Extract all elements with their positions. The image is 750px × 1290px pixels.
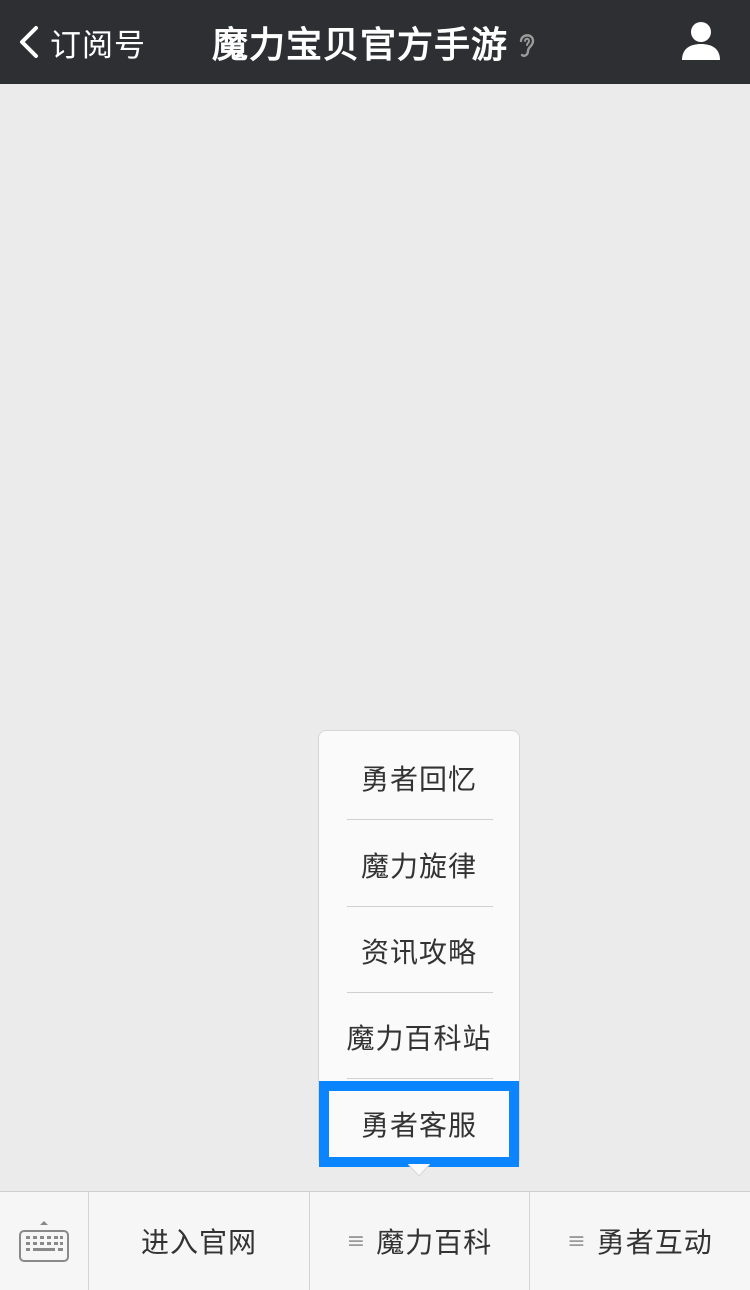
top-navbar: 订阅号 魔力宝贝官方手游	[0, 0, 750, 84]
chevron-left-icon	[20, 26, 38, 58]
menu-hero-interaction[interactable]: ≡ 勇者互动	[530, 1192, 750, 1290]
back-button[interactable]: 订阅号	[14, 18, 146, 66]
keyboard-toggle-button[interactable]	[0, 1192, 88, 1290]
title-group: 魔力宝贝官方手游	[160, 14, 590, 70]
bottom-menu-bar: 进入官网 ≡ 魔力百科 ≡ 勇者互动	[0, 1191, 750, 1290]
submenu-item-hero-memories[interactable]: 勇者回忆	[319, 735, 519, 821]
keyboard-icon	[19, 1221, 69, 1262]
submenu-item-magic-melody[interactable]: 魔力旋律	[319, 822, 519, 908]
submenu-item-magic-wiki-site[interactable]: 魔力百科站	[319, 994, 519, 1080]
menu-label: 勇者互动	[596, 1226, 713, 1259]
submenu-divider	[347, 906, 493, 907]
submenu-item-news-guides[interactable]: 资讯攻略	[319, 908, 519, 994]
menu-lines-icon: ≡	[346, 1228, 367, 1254]
page-title: 魔力宝贝官方手游	[211, 25, 508, 66]
submenu-divider	[347, 992, 493, 993]
profile-icon[interactable]	[678, 18, 724, 64]
menu-magic-wiki[interactable]: ≡ 魔力百科	[310, 1192, 529, 1290]
ear-icon	[519, 34, 535, 57]
menu-label: 进入官网	[140, 1226, 257, 1259]
back-button-label: 订阅号	[50, 27, 146, 64]
submenu-popup: 勇者回忆 魔力旋律 资讯攻略 魔力百科站 勇者客服	[318, 730, 520, 1167]
submenu-pointer-arrow	[408, 1164, 430, 1177]
submenu-divider	[347, 1078, 493, 1079]
menu-enter-official-site[interactable]: 进入官网	[89, 1192, 309, 1290]
submenu-item-hero-support[interactable]: 勇者客服	[319, 1081, 519, 1167]
menu-lines-icon: ≡	[567, 1228, 587, 1254]
menu-label: 魔力百科	[376, 1226, 493, 1259]
submenu-divider	[347, 819, 493, 820]
